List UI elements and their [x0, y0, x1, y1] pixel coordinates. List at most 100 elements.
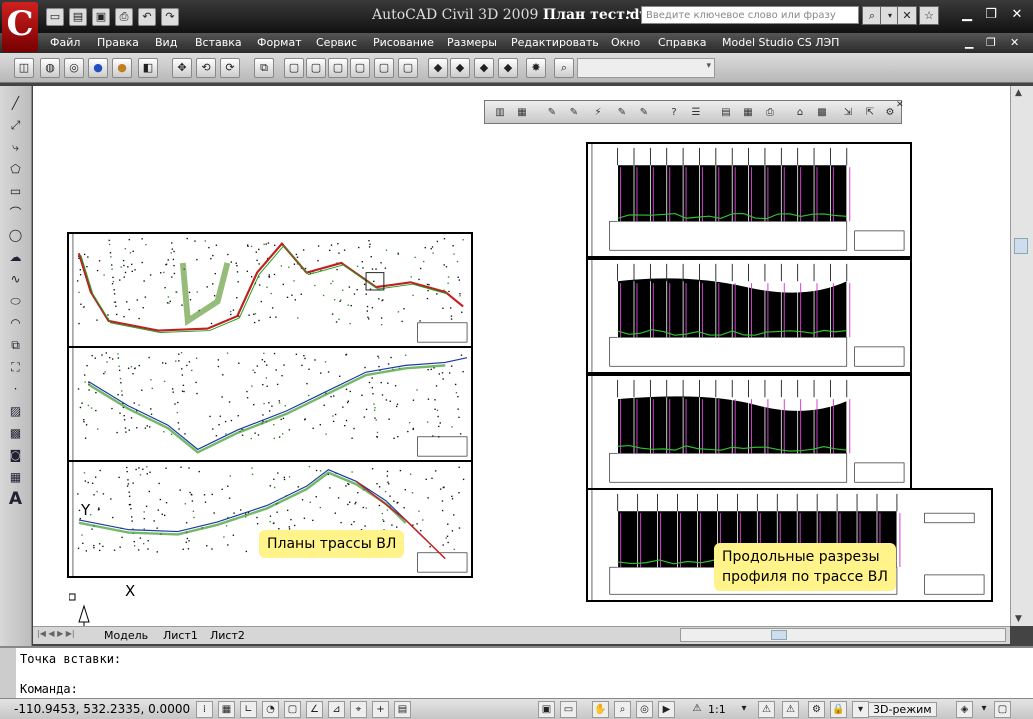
spreadsheet-icon[interactable]: ▦ — [739, 104, 757, 121]
scale-dropdown-icon[interactable]: ▾ — [738, 701, 750, 718]
pan-status-icon[interactable]: ✋ — [592, 701, 609, 718]
tab-layout2[interactable]: Лист2 — [210, 629, 245, 642]
revision-cloud-icon[interactable]: ☁ — [6, 248, 25, 267]
zoom-previous-icon[interactable]: ⌕ — [554, 58, 574, 78]
horizontal-scrollbar[interactable] — [680, 628, 1006, 642]
list-icon[interactable]: ☰ — [687, 104, 705, 121]
vertical-scrollbar[interactable]: ▲ ▼ — [1010, 86, 1033, 626]
showmotion-icon[interactable]: ▶ — [658, 701, 675, 718]
render-icon[interactable]: ◧ — [138, 58, 158, 78]
view-top-icon[interactable]: ▢ — [284, 58, 304, 78]
workspace-gear-icon[interactable]: ⚙ — [808, 701, 825, 718]
menu-draw[interactable]: Рисование — [373, 36, 434, 49]
menu-tools[interactable]: Сервис — [316, 36, 357, 49]
rectangle-icon[interactable]: ▭ — [6, 182, 25, 201]
table-grid-icon[interactable]: ▦ — [513, 104, 531, 121]
arc-icon[interactable]: ⌒ — [6, 204, 25, 223]
snap-icon[interactable]: ⁞ — [196, 701, 213, 718]
clean-screen-icon[interactable]: ▢ — [994, 701, 1011, 718]
zoom-status-icon[interactable]: ⌕ — [614, 701, 631, 718]
close-toolbar-icon[interactable]: ✕ — [896, 100, 904, 110]
spline-icon[interactable]: ∿ — [6, 270, 25, 289]
auto-scale-icon[interactable]: ⚠ — [782, 701, 799, 718]
coordinates-readout[interactable]: -110.9453, 532.2335, 0.0000 — [14, 702, 190, 716]
menu-model-studio[interactable]: Model Studio CS ЛЭП — [722, 36, 839, 49]
free-orbit-icon[interactable]: ⟳ — [220, 58, 240, 78]
polyline-icon[interactable]: ⤷ — [6, 138, 25, 157]
ellipse-arc-icon[interactable]: ◠ — [6, 314, 25, 333]
menu-modify[interactable]: Редактировать — [511, 36, 599, 49]
menu-format[interactable]: Формат — [257, 36, 302, 49]
search-input[interactable]: Введите ключевое слово или фразу — [641, 6, 859, 24]
model-space-icon[interactable]: ▣ — [538, 701, 555, 718]
insert-block-icon[interactable]: ⧉ — [6, 336, 25, 355]
menu-edit[interactable]: Правка — [97, 36, 139, 49]
iso-se-icon[interactable]: ◆ — [450, 58, 470, 78]
favorites-star-icon[interactable]: ☆ — [919, 6, 939, 25]
annotation-scale-icon[interactable]: ⚠ — [690, 701, 704, 718]
osnap-icon[interactable]: ▢ — [284, 701, 301, 718]
shade-gouraud-icon[interactable]: ● — [112, 58, 132, 78]
menu-dimension[interactable]: Размеры — [447, 36, 497, 49]
view-left-icon[interactable]: ▢ — [328, 58, 348, 78]
tab-model[interactable]: Модель — [104, 629, 148, 642]
app-logo[interactable]: C — [2, 2, 38, 52]
import-icon[interactable]: ⇱ — [861, 104, 879, 121]
multiline-text-icon[interactable]: A — [6, 490, 25, 509]
camera-icon[interactable]: ✸ — [526, 58, 546, 78]
gradient-icon[interactable]: ▩ — [6, 424, 25, 443]
ortho-icon[interactable]: ∟ — [240, 701, 257, 718]
construction-line-icon[interactable]: ⤢ — [6, 116, 25, 135]
shade-flat-icon[interactable]: ● — [88, 58, 108, 78]
edit-span-icon[interactable]: ✎ — [635, 104, 653, 121]
layout-space-icon[interactable]: ▭ — [560, 701, 577, 718]
menu-help[interactable]: Справка — [658, 36, 706, 49]
save-icon[interactable]: ▣ — [92, 8, 110, 26]
view-right-icon[interactable]: ▢ — [350, 58, 370, 78]
tab-nav-arrows[interactable]: |◀ ◀ ▶ ▶| — [37, 629, 75, 638]
command-line[interactable]: Точка вставки: Команда: — [0, 646, 1033, 698]
menu-file[interactable]: Файл — [50, 36, 80, 49]
lock-icon[interactable]: 🔒 — [830, 701, 847, 718]
new-file-icon[interactable]: ▭ — [46, 8, 64, 26]
drawing-canvas[interactable]: Y X Планы трассы ВЛ Продольные разрезы п… — [33, 86, 1010, 626]
shade-2d-icon[interactable]: ◍ — [40, 58, 60, 78]
region-icon[interactable]: ◙ — [6, 446, 25, 465]
pole-tool-icon[interactable]: ⚡ — [589, 104, 607, 121]
open-file-icon[interactable]: ▤ — [69, 8, 87, 26]
iso-sw-icon[interactable]: ◆ — [428, 58, 448, 78]
plan-view-icon[interactable]: ⌂ — [791, 104, 809, 121]
command-prompt[interactable]: Команда: — [20, 682, 78, 696]
search-icon[interactable]: ⌕ — [862, 6, 882, 25]
doc-icon[interactable]: ▥ — [491, 104, 509, 121]
command-line-handle[interactable] — [0, 648, 16, 698]
edit-profile-icon[interactable]: ✎ — [613, 104, 631, 121]
line-tool-icon[interactable]: ╱ — [6, 94, 25, 113]
lineweight-icon[interactable]: + — [372, 701, 389, 718]
menu-insert[interactable]: Вставка — [195, 36, 242, 49]
steering-wheel-icon[interactable]: ◎ — [636, 701, 653, 718]
iso-nw-icon[interactable]: ◆ — [498, 58, 518, 78]
expand-arrow-icon[interactable]: ▸ — [627, 8, 632, 18]
scroll-up-icon[interactable]: ▲ — [1015, 88, 1022, 98]
orbit-icon[interactable]: ⟲ — [196, 58, 216, 78]
edit-line-icon[interactable]: ✎ — [565, 104, 583, 121]
status-menu-icon[interactable]: ▾ — [978, 701, 990, 718]
view-back-icon[interactable]: ▢ — [398, 58, 418, 78]
annotation-visibility-icon[interactable]: ⚠ — [758, 701, 775, 718]
workspace-mode[interactable]: 3D-режим — [868, 702, 937, 717]
grid-icon[interactable]: ▦ — [218, 701, 235, 718]
isolate-icon[interactable]: ◈ — [956, 701, 973, 718]
export-icon[interactable]: ⇲ — [839, 104, 857, 121]
help-icon[interactable]: ? — [665, 104, 683, 121]
quick-properties-icon[interactable]: ▤ — [394, 701, 411, 718]
doc-close-icon[interactable]: ✕ — [1010, 36, 1019, 49]
make-block-icon[interactable]: ⛶ — [6, 358, 25, 377]
profile-view-icon[interactable]: ▩ — [813, 104, 831, 121]
iso-ne-icon[interactable]: ◆ — [474, 58, 494, 78]
workspace-switch-icon[interactable]: ▾ — [852, 701, 869, 718]
tab-layout1[interactable]: Лист1 — [163, 629, 198, 642]
point-icon[interactable]: · — [6, 380, 25, 399]
menu-window[interactable]: Окно — [611, 36, 640, 49]
view-front-icon[interactable]: ▢ — [374, 58, 394, 78]
